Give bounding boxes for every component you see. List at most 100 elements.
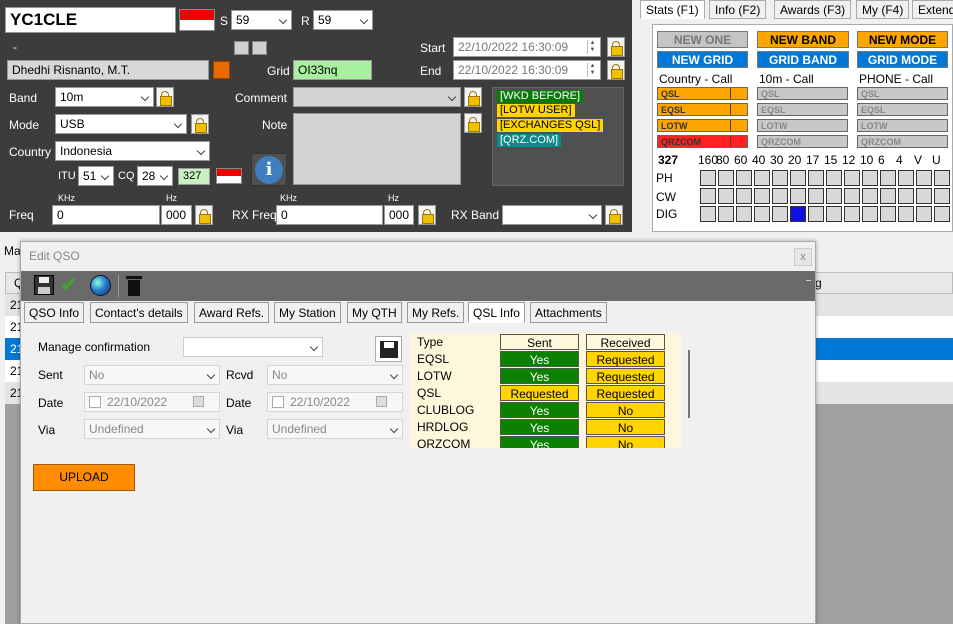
qsl-table-scrollbar[interactable] [688, 350, 690, 418]
via-sent-select[interactable]: Undefined [84, 419, 220, 439]
note-textarea[interactable] [293, 113, 461, 185]
name-input[interactable]: Dhedhi Risnanto, M.T. [7, 60, 209, 80]
dialog-close-button[interactable]: x [794, 248, 812, 266]
comment-lock-icon[interactable] [464, 87, 482, 107]
save-icon[interactable] [34, 275, 54, 295]
mode-label: Mode [9, 118, 40, 132]
name-lookup-icon[interactable] [213, 61, 230, 79]
tab-contacts-details[interactable]: Contact's details [90, 302, 188, 323]
band-header-label: 17 [806, 153, 820, 167]
qsl-sent-cell: Yes [500, 368, 579, 384]
itu-label: ITU [58, 170, 76, 182]
small-square-1[interactable] [234, 41, 249, 55]
band-lock-icon[interactable] [156, 87, 174, 107]
globe-icon[interactable] [90, 275, 111, 296]
date-rcvd-calendar-icon[interactable] [376, 396, 387, 407]
band-cell [736, 170, 752, 186]
grid-input[interactable]: OI33nq [293, 60, 372, 80]
mode-lotw: LOTW [857, 119, 948, 132]
qsl-type-cell: HRDLOG [417, 420, 469, 434]
tab-my[interactable]: My (F4) [856, 0, 910, 19]
band-cell [916, 188, 932, 204]
band-header-label: U [932, 153, 941, 167]
mode-select[interactable]: USB [55, 114, 187, 134]
qsl-received-cell: No [586, 402, 665, 418]
tab-qso-info[interactable]: QSO Info [24, 302, 85, 323]
freq-hz-input[interactable]: 000 [161, 205, 192, 225]
tab-info[interactable]: Info (F2) [709, 0, 767, 19]
via-sent-label: Via [38, 423, 56, 437]
comment-input[interactable] [293, 87, 461, 107]
date-rcvd-checkbox[interactable] [272, 396, 284, 408]
tab-my-refs[interactable]: My Refs. [407, 302, 465, 323]
new-one-button: NEW ONE [657, 31, 748, 48]
band-qsl: QSL [757, 87, 848, 100]
qsl-type-cell: QSL [417, 386, 442, 400]
main-tab-partial[interactable]: Ma [4, 244, 21, 258]
rxband-select[interactable] [502, 205, 602, 225]
itu-select[interactable]: 51 [78, 166, 114, 186]
tab-attachments[interactable]: Attachments [530, 302, 607, 323]
tag-qrz-com: [QRZ.COM] [497, 134, 562, 147]
rcvd-label: Rcvd [226, 368, 254, 382]
start-spin-icon[interactable]: ▲ ▼ [587, 40, 597, 54]
qsl-save-icon[interactable] [375, 336, 402, 362]
via-rcvd-select[interactable]: Undefined [267, 419, 403, 439]
rst-sent-select[interactable]: 59 [231, 10, 292, 30]
date-sent-calendar-icon[interactable] [193, 396, 204, 407]
country-select[interactable]: Indonesia [55, 141, 210, 161]
cq-select[interactable]: 28 [137, 166, 173, 186]
info-icon[interactable]: i [251, 153, 287, 186]
freq-khz-label: KHz [58, 193, 76, 203]
band-select[interactable]: 10m [55, 87, 154, 107]
tab-my-qth[interactable]: My QTH [347, 302, 402, 323]
qsl-sent-cell: Requested [500, 385, 579, 401]
tab-stats[interactable]: Stats (F1) [640, 0, 705, 19]
tab-qsl-info[interactable]: QSL Info [468, 302, 525, 323]
band-cell [718, 170, 734, 186]
date-sent-checkbox[interactable] [89, 396, 101, 408]
band-cell [808, 206, 824, 222]
r-label: R [301, 14, 310, 28]
manage-confirmation-select[interactable] [183, 337, 323, 357]
tag-lotw-user: [LOTW USER] [497, 104, 575, 117]
rst-rcvd-select[interactable]: 59 [313, 10, 373, 30]
freq-input[interactable]: 0 [52, 205, 160, 225]
qsl-received-cell: Requested [586, 351, 665, 367]
freq-lock-icon[interactable] [195, 205, 213, 225]
end-lock-icon[interactable] [607, 60, 625, 80]
callsign-input[interactable]: YC1CLE [5, 7, 176, 33]
sent-select[interactable]: No [84, 365, 220, 385]
band-lotw: LOTW [757, 119, 848, 132]
upload-button[interactable]: UPLOAD [33, 464, 135, 491]
new-band-button: NEW BAND [757, 31, 849, 48]
country-qsl: QSL [657, 87, 748, 100]
rxfreq-lock-icon[interactable] [418, 205, 436, 225]
tab-extend[interactable]: Extend [912, 0, 953, 19]
tab-my-station[interactable]: My Station [274, 302, 341, 323]
end-datetime[interactable]: 22/10/2022 16:30:09 [453, 60, 601, 80]
qsl-sent-cell: Yes [500, 419, 579, 435]
mode-lock-icon[interactable] [191, 114, 209, 134]
rcvd-select[interactable]: No [267, 365, 403, 385]
toolbar-dash [806, 280, 811, 281]
tab-award-refs[interactable]: Award Refs. [194, 302, 270, 323]
rxband-lock-icon[interactable] [605, 205, 623, 225]
start-datetime[interactable]: 22/10/2022 16:30:09 [453, 37, 601, 57]
tab-awards[interactable]: Awards (F3) [774, 0, 852, 19]
trash-icon[interactable] [126, 276, 142, 296]
via-rcvd-label: Via [226, 423, 244, 437]
band-cell [772, 206, 788, 222]
band-header-label: V [914, 153, 923, 167]
checkmark-icon[interactable]: ✔ [60, 272, 78, 298]
note-lock-icon[interactable] [464, 113, 482, 133]
band-cell [826, 170, 842, 186]
start-lock-icon[interactable] [607, 37, 625, 57]
end-spin-icon[interactable]: ▲ ▼ [587, 63, 597, 77]
rxfreq-hz-input[interactable]: 000 [384, 205, 414, 225]
band-label: Band [9, 91, 38, 105]
col-band-call: 10m - Call [759, 72, 814, 86]
small-square-2[interactable] [252, 41, 267, 55]
freq-hz-label: Hz [166, 193, 177, 203]
rxfreq-input[interactable]: 0 [276, 205, 383, 225]
